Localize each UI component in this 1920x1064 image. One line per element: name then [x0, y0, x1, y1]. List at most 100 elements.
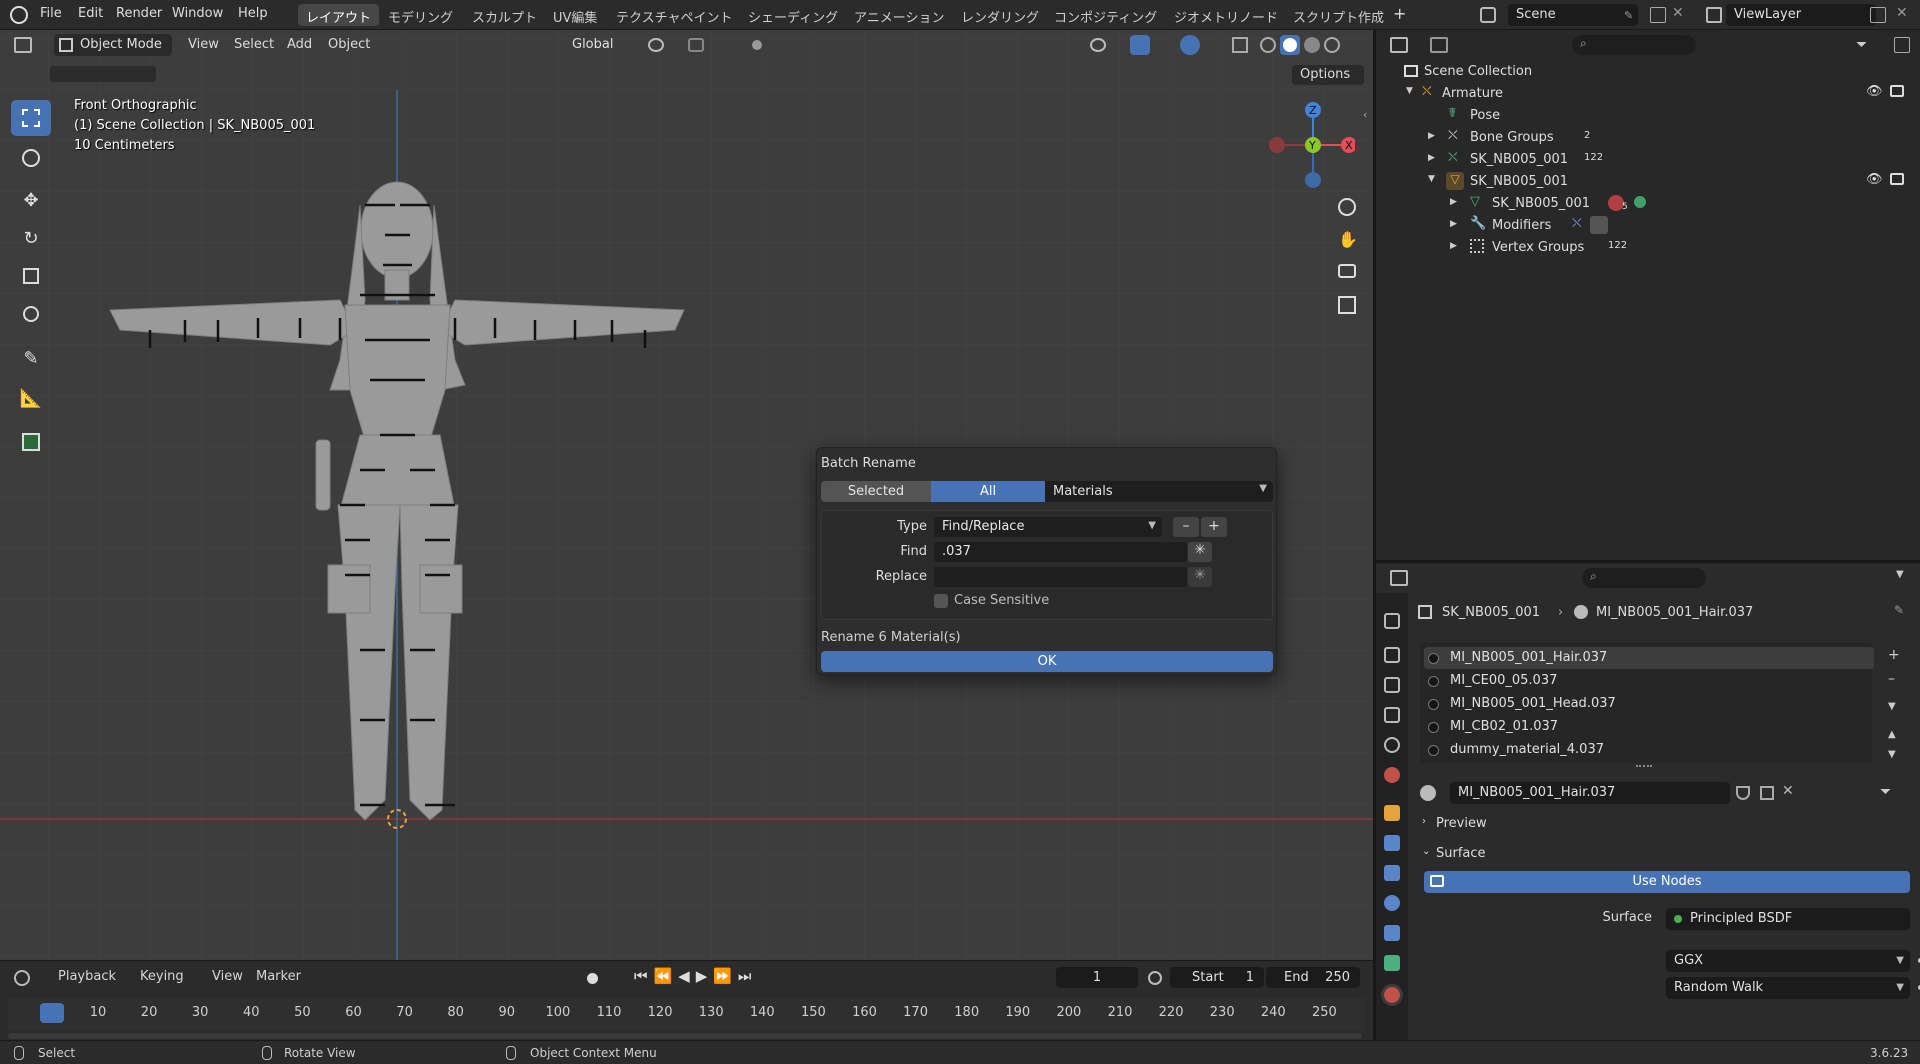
outliner-editor-type-icon[interactable]	[1390, 37, 1408, 53]
snap-icon[interactable]	[688, 38, 704, 52]
subsurface-method-dropdown[interactable]: Random Walk ▼	[1666, 977, 1910, 999]
distribution-dropdown[interactable]: GGX ▼	[1666, 950, 1910, 972]
menu-render[interactable]: Render	[116, 6, 162, 21]
3d-viewport[interactable]: Object Mode View Select Add Object Globa…	[0, 30, 1373, 960]
menu-window[interactable]: Window	[172, 6, 223, 21]
blender-logo-icon[interactable]	[10, 6, 28, 24]
slot-specials-button[interactable]: ▼	[1888, 701, 1896, 712]
menu-add[interactable]: Add	[287, 37, 312, 52]
material-slot-row[interactable]: MI_NB005_001_Head.037	[1424, 693, 1874, 715]
workspace-tab-animation[interactable]: アニメーション	[846, 4, 952, 26]
disclosure-triangle-icon[interactable]: ▼	[1428, 174, 1435, 184]
workspace-tab-scripting[interactable]: スクリプト作成	[1285, 4, 1392, 26]
camera-view-icon[interactable]	[1338, 264, 1356, 278]
panel-options-icon[interactable]: ▼	[1896, 569, 1904, 580]
orientation-selector[interactable]: Global	[548, 34, 634, 56]
timeline-scrollbar[interactable]	[8, 1033, 1362, 1039]
remove-slot-button[interactable]: –	[1888, 671, 1895, 687]
wireframe-shading-icon[interactable]	[1260, 37, 1276, 53]
move-tool[interactable]: ✥	[11, 182, 51, 218]
disclosure-triangle-icon[interactable]: ▶	[1450, 241, 1457, 251]
camera-icon[interactable]	[1890, 173, 1904, 185]
display-mode-icon[interactable]	[1430, 37, 1448, 53]
link-type-icon[interactable]: ⏷	[1880, 784, 1891, 800]
workspace-tab-layout[interactable]: レイアウト	[298, 4, 380, 26]
new-scene-icon[interactable]	[1650, 7, 1666, 23]
menu-help[interactable]: Help	[238, 6, 268, 21]
surface-shader-field[interactable]: Principled BSDF	[1666, 908, 1910, 930]
menu-keying[interactable]: Keying	[140, 969, 184, 984]
outliner-row-mesh-data[interactable]: ▶ ▽ SK_NB005_001 5	[1376, 192, 1920, 214]
preview-panel-header[interactable]: › Preview	[1416, 813, 1916, 837]
workspace-tab-shading[interactable]: シェーディング	[740, 4, 846, 26]
outliner-row-armature-data[interactable]: ▶ ⛌ SK_NB005_001 122	[1376, 148, 1920, 170]
overlay-toggle-icon[interactable]	[1180, 35, 1200, 55]
outliner-row-vertex-groups[interactable]: ▶ Vertex Groups 122	[1376, 236, 1920, 258]
menu-select[interactable]: Select	[234, 37, 274, 52]
add-cube-tool[interactable]	[11, 424, 51, 460]
delete-view-layer-icon[interactable]: ✕	[1896, 5, 1908, 21]
transform-tool[interactable]	[11, 296, 51, 332]
delete-scene-icon[interactable]: ✕	[1672, 5, 1684, 21]
remove-action-button[interactable]: –	[1173, 517, 1199, 537]
timeline-editor-type-icon[interactable]	[14, 970, 30, 986]
disclosure-triangle-icon[interactable]: ▶	[1428, 131, 1435, 141]
outliner-row-armature[interactable]: ▼ ⛌ Armature 👁	[1376, 82, 1920, 104]
add-workspace-button[interactable]: +	[1393, 4, 1406, 23]
workspace-tab-modeling[interactable]: モデリング	[380, 4, 461, 26]
disclosure-triangle-icon[interactable]: ▶	[1450, 219, 1457, 229]
object-tab-icon[interactable]	[1384, 805, 1400, 821]
physics-tab-icon[interactable]	[1384, 895, 1400, 911]
surface-panel-header[interactable]: ⌄ Surface	[1416, 843, 1916, 867]
playhead[interactable]	[40, 1003, 64, 1023]
start-frame-field[interactable]: Start 1	[1170, 967, 1264, 988]
select-box-tool[interactable]	[11, 100, 51, 136]
mode-selector[interactable]: Object Mode	[54, 34, 172, 56]
clock-icon[interactable]	[1148, 971, 1162, 985]
menu-timeline-view[interactable]: View	[212, 969, 243, 984]
camera-icon[interactable]	[1890, 85, 1904, 97]
workspace-tab-sculpt[interactable]: スカルプト	[464, 4, 545, 26]
workspace-tab-uv[interactable]: UV編集	[545, 4, 605, 26]
navigation-gizmo[interactable]: Z X Y	[1265, 98, 1355, 208]
disclosure-triangle-icon[interactable]: ▶	[1428, 153, 1435, 163]
type-dropdown[interactable]: Find/Replace ▼	[934, 517, 1162, 537]
material-slot-row[interactable]: dummy_material_4.037	[1424, 739, 1874, 761]
new-collection-icon[interactable]	[1894, 37, 1910, 53]
rendered-shading-icon[interactable]	[1324, 37, 1340, 53]
xray-icon[interactable]	[1232, 37, 1248, 53]
measure-tool[interactable]: 📐	[11, 380, 51, 416]
view-layer-field[interactable]: ViewLayer	[1726, 4, 1876, 26]
material-tab-icon[interactable]	[1381, 984, 1403, 1006]
ok-button[interactable]: OK	[821, 651, 1273, 672]
move-slot-down-button[interactable]: ▼	[1888, 749, 1896, 760]
menu-object[interactable]: Object	[328, 37, 370, 52]
workspace-tab-rendering[interactable]: レンダリング	[953, 4, 1047, 26]
move-slot-up-button[interactable]: ▲	[1888, 729, 1896, 740]
cursor-tool[interactable]	[11, 140, 51, 176]
rotate-tool[interactable]: ↻	[11, 220, 51, 256]
record-icon[interactable]	[587, 973, 598, 984]
disclosure-triangle-icon[interactable]: ▼	[1406, 86, 1413, 96]
pan-hand-icon[interactable]: ✋	[1338, 230, 1358, 249]
pin-icon[interactable]: ✎	[1624, 9, 1633, 22]
world-tab-icon[interactable]	[1384, 767, 1400, 783]
material-slot-row[interactable]: MI_CE00_05.037	[1424, 670, 1874, 692]
unlink-material-icon[interactable]: ✕	[1782, 783, 1794, 799]
new-view-layer-icon[interactable]	[1870, 7, 1886, 23]
pin-icon[interactable]: ✎	[1894, 603, 1904, 617]
sidebar-toggle-icon[interactable]: ‹	[1363, 108, 1367, 121]
workspace-tab-geometry-nodes[interactable]: ジオメトリノード	[1166, 4, 1286, 26]
material-name-field[interactable]: MI_NB005_001_Hair.037	[1450, 782, 1730, 804]
properties-editor-type-icon[interactable]	[1390, 570, 1408, 586]
view-layer-icon[interactable]	[1706, 7, 1722, 23]
outliner-search-field[interactable]: ⌕	[1572, 35, 1696, 55]
scene-tab-icon[interactable]	[1384, 737, 1400, 753]
fake-user-icon[interactable]	[1736, 786, 1750, 800]
outliner-row-mesh-object[interactable]: ▼ ▽ SK_NB005_001 👁	[1376, 170, 1920, 192]
solid-shading-icon[interactable]	[1280, 35, 1300, 55]
current-frame-field[interactable]: 1	[1056, 967, 1138, 988]
workspace-tab-compositing[interactable]: コンポジティング	[1046, 4, 1165, 26]
tool-tab-icon[interactable]	[1384, 613, 1400, 629]
output-tab-icon[interactable]	[1384, 677, 1400, 693]
